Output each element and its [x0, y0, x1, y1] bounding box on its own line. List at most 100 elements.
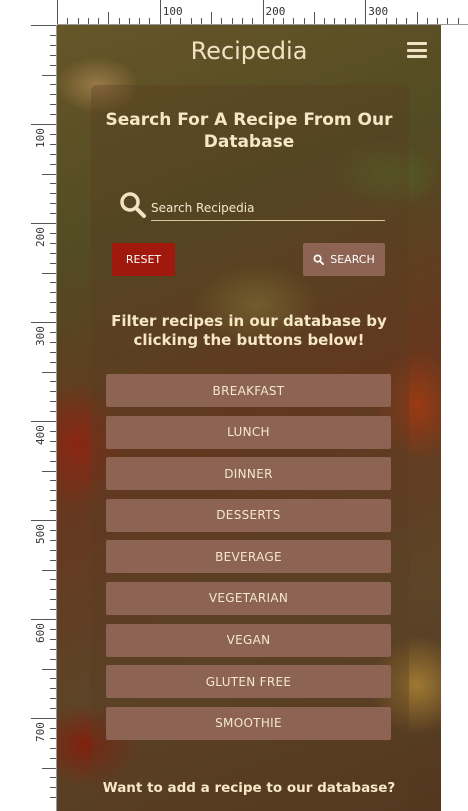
ruler-tick	[396, 18, 398, 24]
ruler-tick	[50, 292, 56, 294]
ruler-tick	[42, 470, 56, 472]
search-bar	[115, 189, 387, 223]
ruler-tick	[50, 549, 56, 551]
ruler-tick	[108, 12, 110, 24]
filter-beverage-button[interactable]: BEVERAGE	[106, 540, 391, 574]
ruler-tick	[50, 242, 56, 244]
ruler-tick	[50, 490, 56, 492]
ruler-tick	[50, 678, 56, 680]
search-button[interactable]: SEARCH	[303, 243, 385, 276]
ruler-tick	[50, 648, 56, 650]
ruler-tick	[334, 18, 336, 24]
ruler-label: 700	[34, 722, 47, 742]
ruler-tick	[50, 579, 56, 581]
ruler-label: 400	[34, 425, 47, 445]
ruler-tick	[50, 213, 56, 215]
ruler-tick	[50, 658, 56, 660]
ruler-tick	[50, 401, 56, 403]
hamburger-menu-icon[interactable]	[407, 42, 427, 58]
ruler-tick	[375, 18, 377, 24]
ruler-tick	[252, 18, 254, 24]
ruler-tick	[31, 520, 56, 521]
search-input[interactable]	[151, 195, 385, 221]
ruler-tick	[365, 0, 367, 24]
filter-desserts-button[interactable]: DESSERTS	[106, 498, 391, 532]
ruler-tick	[67, 18, 69, 24]
ruler-tick	[447, 18, 449, 24]
page-viewport: Recipedia Search For A Recipe From Our D…	[57, 25, 441, 811]
ruler-tick	[31, 223, 56, 224]
ruler-tick	[50, 54, 56, 56]
ruler-tick	[31, 124, 56, 125]
ruler-tick	[180, 18, 182, 24]
ruler-tick	[50, 282, 56, 284]
filter-lunch-button[interactable]: LUNCH	[106, 415, 391, 449]
ruler-tick	[50, 727, 56, 729]
ruler-tick	[324, 18, 326, 24]
ruler-tick	[50, 133, 56, 135]
ruler-tick	[50, 64, 56, 66]
ruler-tick	[50, 480, 56, 482]
filter-vegetarian-button[interactable]: VEGETARIAN	[106, 581, 391, 615]
ruler-tick	[190, 18, 192, 24]
filter-dinner-button[interactable]: DINNER	[106, 457, 391, 491]
ruler-tick	[149, 18, 151, 24]
ruler-tick	[50, 747, 56, 749]
ruler-tick	[42, 569, 56, 571]
ruler-tick	[200, 18, 202, 24]
search-icon	[120, 192, 146, 218]
ruler-tick	[231, 18, 233, 24]
ruler-tick	[50, 203, 56, 205]
ruler-tick	[50, 232, 56, 234]
ruler-tick	[437, 18, 439, 24]
ruler-tick	[50, 84, 56, 86]
ruler-tick	[50, 114, 56, 116]
filter-gluten-free-button[interactable]: GLUTEN FREE	[106, 665, 391, 699]
ruler-tick	[283, 18, 285, 24]
ruler-tick	[221, 18, 223, 24]
ruler-tick	[128, 18, 130, 24]
search-heading: Search For A Recipe From Our Database	[105, 110, 393, 152]
ruler-label: 100	[34, 128, 47, 148]
ruler-tick	[50, 331, 56, 333]
ruler-tick	[118, 18, 120, 24]
ruler-tick	[50, 381, 56, 383]
filter-vegan-button[interactable]: VEGAN	[106, 623, 391, 657]
ruler-tick	[50, 777, 56, 779]
ruler-tick	[42, 371, 56, 373]
ruler-tick	[31, 322, 56, 323]
ruler-tick	[50, 252, 56, 254]
ruler-tick	[31, 718, 56, 719]
ruler-tick	[416, 12, 418, 24]
ruler-tick	[50, 391, 56, 393]
ruler-tick	[50, 34, 56, 36]
ruler-tick	[50, 787, 56, 789]
ruler-label: 200	[34, 227, 47, 247]
filter-breakfast-button[interactable]: BREAKFAST	[106, 374, 391, 407]
ruler-tick	[50, 341, 56, 343]
ruler-tick	[344, 18, 346, 24]
ruler-tick	[50, 183, 56, 185]
ruler-tick	[426, 18, 428, 24]
ruler-tick	[303, 18, 305, 24]
filter-list: BREAKFAST LUNCH DINNER DESSERTS BEVERAGE…	[106, 374, 391, 748]
ruler-tick	[50, 193, 56, 195]
ruler-tick	[50, 302, 56, 304]
ruler-tick	[77, 18, 79, 24]
ruler-left: 100200300400500600700800	[0, 25, 57, 811]
ruler-tick	[241, 18, 243, 24]
ruler-tick	[50, 351, 56, 353]
ruler-tick	[406, 18, 408, 24]
brand-logo[interactable]: Recipedia	[57, 37, 441, 65]
ruler-tick	[50, 698, 56, 700]
ruler-tick	[385, 18, 387, 24]
ruler-tick	[50, 529, 56, 531]
ruler-tick	[42, 173, 56, 175]
ruler-tick	[354, 18, 356, 24]
ruler-tick	[50, 510, 56, 512]
reset-button[interactable]: RESET	[112, 243, 175, 276]
ruler-tick	[457, 18, 459, 24]
ruler-tick	[31, 619, 56, 620]
ruler-tick	[50, 599, 56, 601]
filter-smoothie-button[interactable]: SMOOTHIE	[106, 706, 391, 740]
